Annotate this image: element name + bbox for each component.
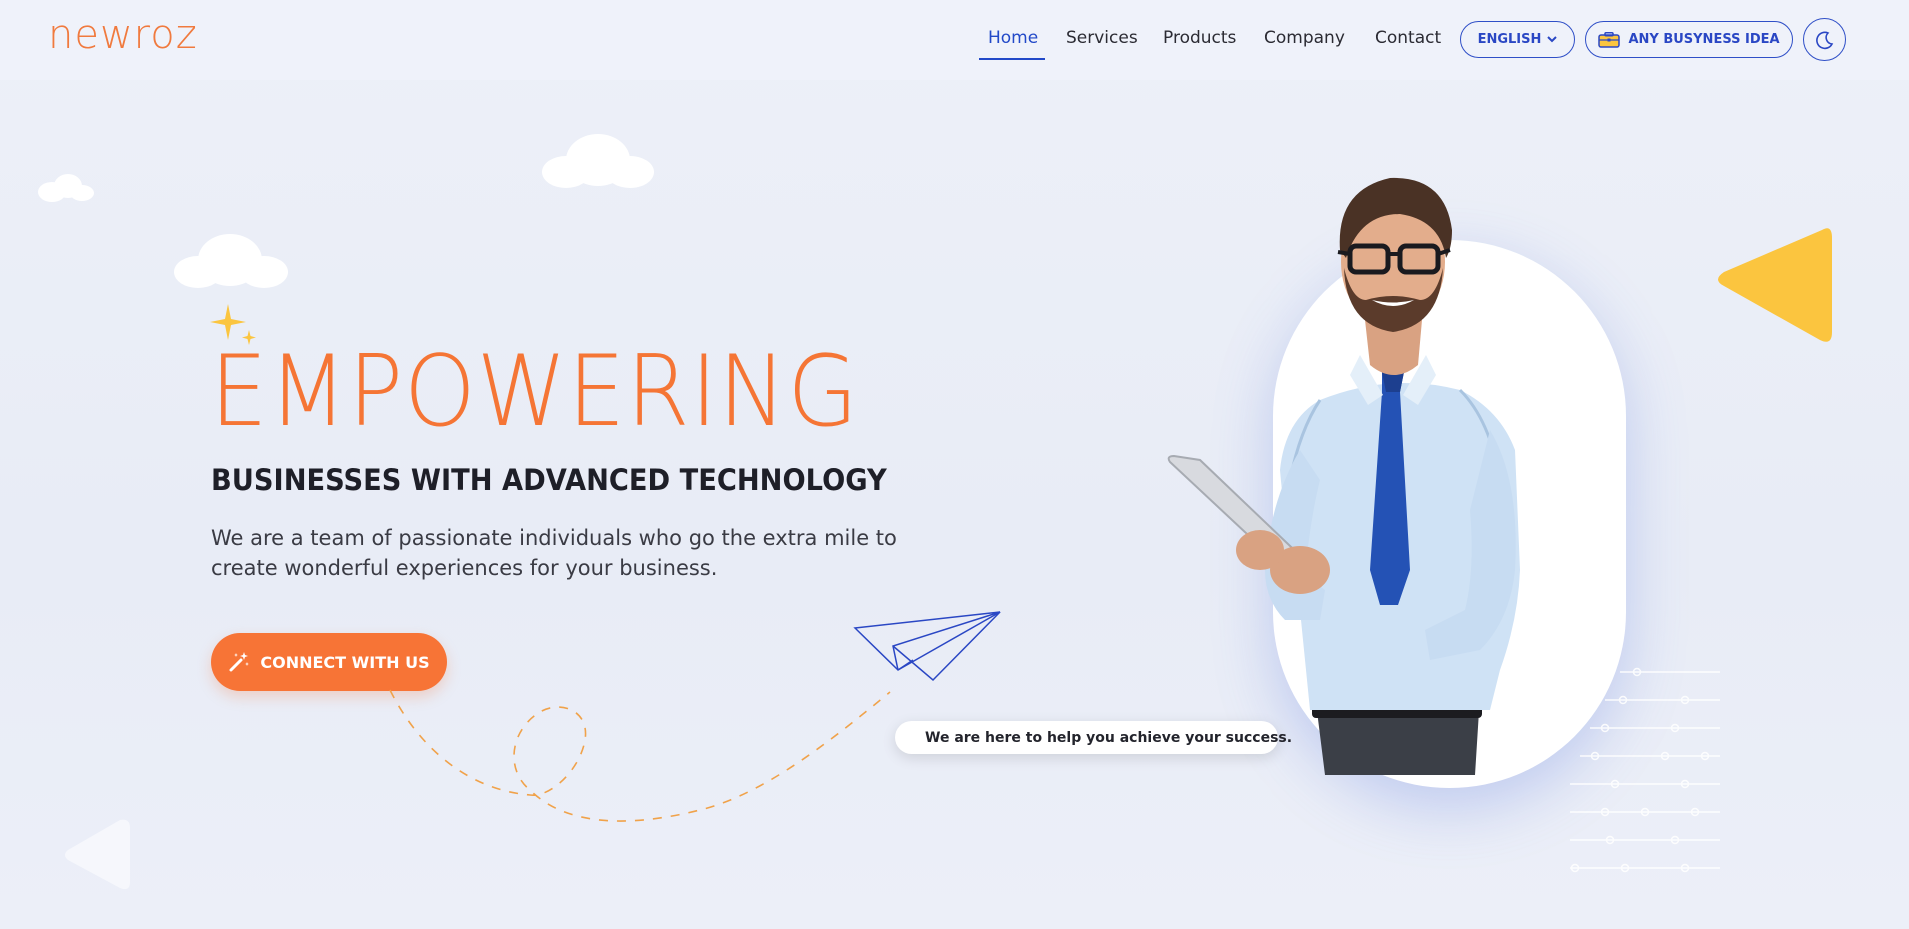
business-idea-label: ANY BUSYNESS IDEA [1628,32,1780,47]
theme-toggle-button[interactable] [1803,18,1846,61]
cloud-decoration [38,174,94,202]
businessman-photo [1167,177,1520,775]
moon-icon [1815,31,1833,49]
magic-wand-icon [229,652,250,672]
nav-active-indicator [979,58,1045,60]
nav-home[interactable]: Home [988,28,1038,48]
dashed-flight-path [389,689,891,822]
status-text: We are here to help you achieve your suc… [925,729,1293,746]
brand-logo[interactable]: newroz [48,12,198,58]
briefcase-icon [1598,31,1621,48]
nav-contact[interactable]: Contact [1375,28,1441,48]
hero-description: We are a team of passionate individuals … [211,526,897,580]
language-label: ENGLISH [1477,32,1542,47]
nav-company[interactable]: Company [1264,28,1345,48]
yellow-triangle-decoration [1718,228,1832,342]
nav-products[interactable]: Products [1163,28,1236,48]
cloud-decoration [174,234,288,288]
hero-title: EMPOWERING [210,335,859,449]
landing-page: newroz Home Services Products Company Co… [0,0,1909,929]
white-triangle-decoration [65,819,130,890]
status-message: We are here to help you achieve your suc… [895,721,1292,754]
business-idea-button[interactable]: ANY BUSYNESS IDEA [1585,21,1793,58]
hero-subtitle: BUSINESSES WITH ADVANCED TECHNOLOGY [211,463,887,497]
site-header: newroz Home Services Products Company Co… [0,0,1909,80]
chevron-down-icon [1547,33,1558,46]
paper-plane-icon [853,611,1001,682]
cloud-decoration [542,134,654,188]
language-dropdown[interactable]: ENGLISH [1460,21,1575,58]
dotted-lines-decoration [1570,667,1720,873]
nav-services[interactable]: Services [1066,28,1138,48]
